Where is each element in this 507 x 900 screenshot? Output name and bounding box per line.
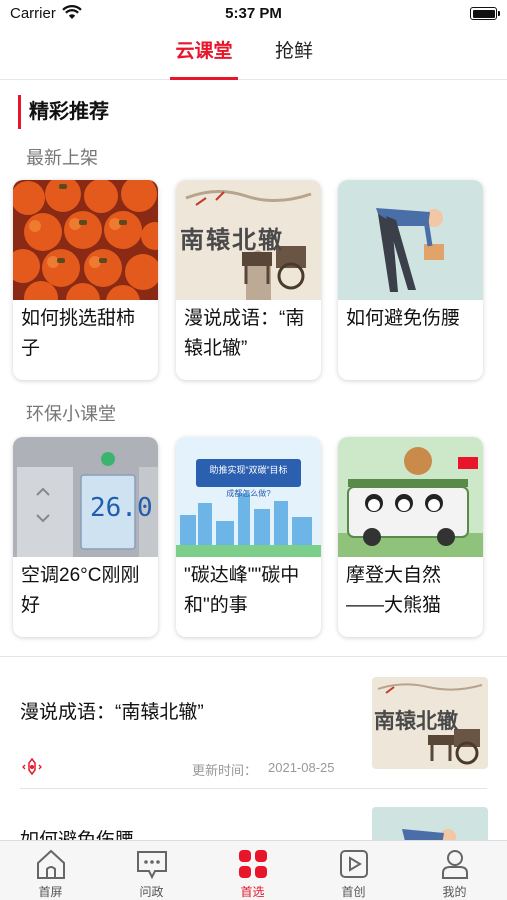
grid-icon [239,850,267,878]
battery-icon [470,7,500,20]
nav-label: 首屏 [38,885,63,899]
nav-inquiry[interactable]: 问政 [101,841,202,900]
persimmon-thumbnail [13,180,158,300]
tab-cloud-classroom[interactable]: 云课堂 [170,36,238,80]
bottom-nav: 首屏 问政 首选 首创 我的 [0,840,507,900]
card-idiom[interactable]: 南辕北辙 漫说成语：“南辕北辙” [176,180,321,380]
status-bar: Carrier 5:37 PM [0,0,507,28]
card-title: 如何避免伤腰 [346,308,461,329]
carbon-thumb-subtext: 成都怎么做? [226,489,271,498]
video-icon [340,850,368,878]
card-title: 漫说成语：“南辕北辙” [184,308,305,359]
list-item-thumbnail [372,807,488,840]
update-date: 2021-08-25 [268,760,335,775]
top-tab-bar: 云课堂 抢鲜 [0,28,507,80]
audio-icon [22,757,42,776]
home-icon [37,849,65,879]
nav-profile[interactable]: 我的 [404,841,505,900]
card-title: 空调26°C刚刚好 [21,565,140,616]
profile-icon [442,850,468,879]
ac-display-text: 26.0 [90,493,153,523]
section-title: 精彩推荐 [18,95,109,129]
tab-fresh[interactable]: 抢鲜 [270,36,318,80]
nav-label: 问政 [139,885,164,899]
carriage-thumbnail: 南辕北辙 [176,180,321,300]
card-carbon[interactable]: 助推实现“双碳”目标 成都怎么做? "碳达峰""碳中和"的事 [176,437,321,637]
group-title-eco: 环保小课堂 [26,404,116,424]
card-title: 摩登大自然——大熊猫 [346,565,442,616]
ac-thumbnail: 26.0 [13,437,158,557]
clock: 5:37 PM [225,5,282,22]
lifting-thumbnail [338,180,483,300]
skyline-thumbnail: 助推实现“双碳”目标 成都怎么做? [176,437,321,557]
chat-icon [137,851,167,880]
card-persimmon[interactable]: 如何挑选甜柿子 [13,180,158,380]
list-item[interactable]: 漫说成语：“南辕北辙” 更新时间： 2021-08-25 南辕北辙 [0,657,507,787]
card-ac[interactable]: 26.0 空调26°C刚刚好 [13,437,158,637]
list-thumb-text: 南辕北辙 [374,710,458,733]
nav-create[interactable]: 首创 [303,841,404,900]
card-panda[interactable]: 摩登大自然——大熊猫 [338,437,483,637]
list-item-title: 漫说成语：“南辕北辙” [20,702,204,723]
nav-home[interactable]: 首屏 [0,841,101,900]
nav-featured[interactable]: 首选 [202,841,303,900]
list-item-thumbnail: 南辕北辙 [372,677,488,769]
update-label: 更新时间： [192,763,258,778]
list-item-title: 如何避免伤腰 [20,825,134,840]
card-title: "碳达峰""碳中和"的事 [184,565,300,616]
group-title-new: 最新上架 [26,148,98,168]
panda-bus-thumbnail [338,437,483,557]
nav-label: 我的 [442,885,467,899]
card-title: 如何挑选甜柿子 [21,308,136,359]
carbon-thumb-text: 助推实现“双碳”目标 [209,465,288,475]
nav-label: 首选 [240,885,265,899]
idiom-thumb-text: 南辕北辙 [180,227,284,254]
list-item[interactable]: 如何避免伤腰 [0,789,507,840]
card-back-injury[interactable]: 如何避免伤腰 [338,180,483,380]
nav-label: 首创 [341,885,366,899]
